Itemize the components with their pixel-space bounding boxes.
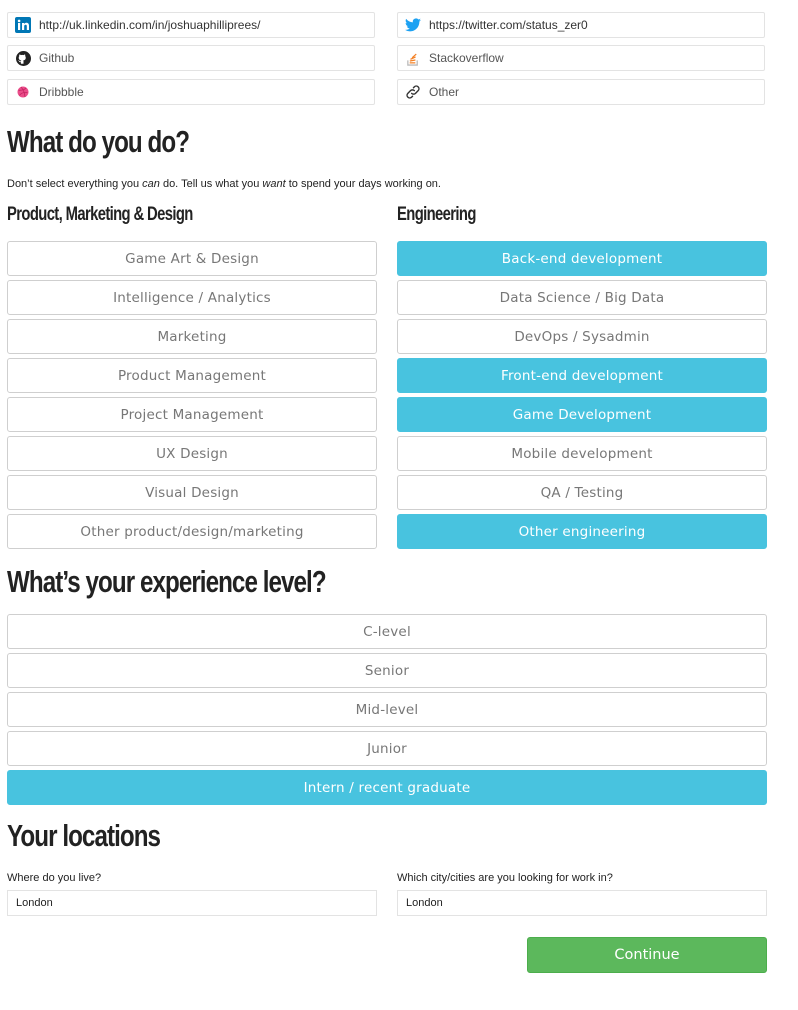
- product-design-option[interactable]: Other product/design/marketing: [7, 514, 377, 549]
- experience-title: What’s your experience level?: [7, 564, 327, 599]
- engineering-option[interactable]: Back-end development: [397, 241, 767, 276]
- other-link-placeholder: Other: [429, 85, 460, 99]
- live-input[interactable]: London: [7, 890, 377, 916]
- product-design-option[interactable]: Project Management: [7, 397, 377, 432]
- product-design-option[interactable]: Intelligence / Analytics: [7, 280, 377, 315]
- product-design-option[interactable]: Product Management: [7, 358, 377, 393]
- linkedin-field[interactable]: http://uk.linkedin.com/in/joshuaphillipr…: [7, 12, 375, 38]
- twitter-value: https://twitter.com/status_zer0: [429, 18, 588, 32]
- engineering-option[interactable]: Game Development: [397, 397, 767, 432]
- stackoverflow-field[interactable]: Stackoverflow: [397, 45, 765, 71]
- dribbble-field[interactable]: Dribbble: [7, 79, 375, 105]
- other-link-field[interactable]: Other: [397, 79, 765, 105]
- github-placeholder: Github: [39, 51, 75, 65]
- what-do-you-do-title: What do you do?: [7, 124, 190, 159]
- experience-level-option[interactable]: Intern / recent graduate: [7, 770, 767, 805]
- what-do-you-do-subtitle: Don’t select everything you can do. Tell…: [7, 178, 441, 190]
- product-design-option[interactable]: Game Art & Design: [7, 241, 377, 276]
- continue-button[interactable]: Continue: [527, 937, 767, 973]
- work-cities-label: Which city/cities are you looking for wo…: [397, 872, 613, 884]
- stackoverflow-placeholder: Stackoverflow: [429, 51, 504, 65]
- linkedin-icon: [15, 17, 31, 33]
- dribbble-icon: [15, 84, 31, 100]
- engineering-option[interactable]: Front-end development: [397, 358, 767, 393]
- experience-level-option[interactable]: Senior: [7, 653, 767, 688]
- twitter-icon: [405, 17, 421, 33]
- live-label: Where do you live?: [7, 872, 102, 884]
- engineering-heading: Engineering: [397, 204, 476, 225]
- engineering-option[interactable]: Mobile development: [397, 436, 767, 471]
- product-design-option[interactable]: Visual Design: [7, 475, 377, 510]
- twitter-field[interactable]: https://twitter.com/status_zer0: [397, 12, 765, 38]
- product-design-option[interactable]: UX Design: [7, 436, 377, 471]
- work-cities-input[interactable]: London: [397, 890, 767, 916]
- experience-level-option[interactable]: C-level: [7, 614, 767, 649]
- github-icon: [15, 50, 31, 66]
- locations-title: Your locations: [7, 818, 161, 853]
- engineering-option[interactable]: Other engineering: [397, 514, 767, 549]
- linkedin-value: http://uk.linkedin.com/in/joshuaphillipr…: [39, 18, 261, 32]
- engineering-option[interactable]: DevOps / Sysadmin: [397, 319, 767, 354]
- engineering-option[interactable]: QA / Testing: [397, 475, 767, 510]
- stackoverflow-icon: [405, 50, 421, 66]
- github-field[interactable]: Github: [7, 45, 375, 71]
- link-icon: [405, 84, 421, 100]
- product-marketing-design-heading: Product, Marketing & Design: [7, 204, 193, 225]
- experience-level-option[interactable]: Mid-level: [7, 692, 767, 727]
- product-design-option[interactable]: Marketing: [7, 319, 377, 354]
- engineering-option[interactable]: Data Science / Big Data: [397, 280, 767, 315]
- experience-level-option[interactable]: Junior: [7, 731, 767, 766]
- dribbble-placeholder: Dribbble: [39, 85, 84, 99]
